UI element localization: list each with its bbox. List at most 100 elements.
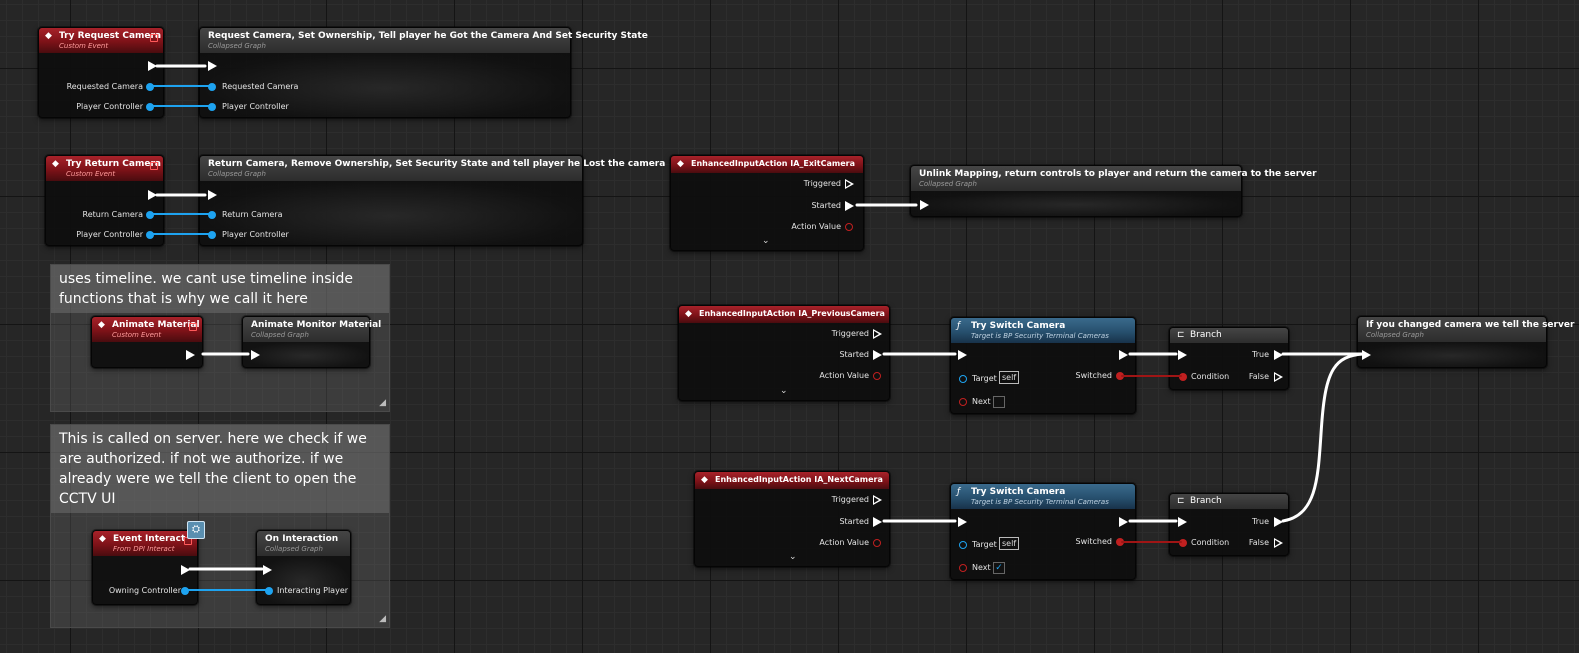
action-value-pin[interactable] (845, 223, 853, 231)
delegate-pin-icon[interactable] (150, 162, 158, 170)
started-pin[interactable] (845, 201, 854, 211)
node-subtitle: Collapsed Graph (265, 545, 323, 553)
exec-in-pin[interactable] (1362, 350, 1371, 360)
player-controller-pin[interactable] (146, 231, 154, 239)
exec-out-pin[interactable] (148, 190, 157, 200)
node-ia-previous-camera[interactable]: ◆ EnhancedInputAction IA_PreviousCamera … (678, 305, 890, 401)
switched-pin[interactable] (1116, 538, 1124, 546)
player-controller-pin[interactable] (208, 103, 216, 111)
started-pin[interactable] (873, 517, 882, 527)
delegate-pin-icon[interactable] (150, 34, 158, 42)
requested-camera-pin[interactable] (208, 83, 216, 91)
node-animate-material[interactable]: ◆ Animate Material Custom Event (91, 316, 203, 368)
condition-pin[interactable] (1179, 539, 1187, 547)
next-checkbox[interactable] (993, 396, 1005, 408)
function-icon: ƒ (957, 321, 961, 331)
player-controller-pin[interactable] (146, 103, 154, 111)
action-value-pin[interactable] (873, 539, 881, 547)
node-event-interact[interactable]: ◆ Event Interact From DPI Interact Ownin… (92, 530, 198, 605)
exec-out-pin[interactable] (181, 565, 190, 575)
node-changed-camera-graph[interactable]: If you changed camera we tell the server… (1357, 316, 1574, 368)
target-self-field[interactable]: self (999, 371, 1020, 384)
exec-out-pin[interactable] (1119, 517, 1128, 527)
node-try-return-camera[interactable]: ◆ Try Return Camera Custom Event Return … (45, 155, 164, 246)
pin-label: Switched (1075, 537, 1112, 546)
node-animate-monitor-graph[interactable]: Animate Monitor Material Collapsed Graph (242, 316, 381, 368)
interacting-player-pin[interactable] (265, 587, 273, 595)
requested-camera-pin[interactable] (146, 83, 154, 91)
exec-in-pin[interactable] (958, 517, 967, 527)
comment-server-text: This is called on server. here we check … (51, 425, 389, 513)
graph-preview (257, 556, 350, 604)
node-subtitle: Custom Event (59, 42, 109, 50)
node-unlink-graph[interactable]: Unlink Mapping, return controls to playe… (910, 165, 1317, 217)
false-pin[interactable] (1274, 538, 1283, 548)
true-pin[interactable] (1274, 350, 1283, 360)
node-try-switch-camera-prev[interactable]: ƒ Try Switch Camera Target is BP Securit… (950, 317, 1136, 414)
node-header: On Interaction Collapsed Graph (257, 531, 350, 556)
exec-in-pin[interactable] (208, 61, 217, 71)
target-self-field[interactable]: self (999, 537, 1020, 550)
switched-pin[interactable] (1116, 372, 1124, 380)
node-ia-exit-camera[interactable]: ◆ EnhancedInputAction IA_ExitCamera Trig… (670, 155, 864, 251)
next-pin[interactable] (959, 564, 967, 572)
node-title: Try Switch Camera (971, 321, 1066, 331)
pin-label: False (1248, 538, 1269, 547)
node-request-camera-graph[interactable]: Request Camera, Set Ownership, Tell play… (199, 27, 648, 118)
node-subtitle: Collapsed Graph (1366, 331, 1424, 339)
target-pin[interactable] (959, 375, 967, 383)
triggered-pin[interactable] (873, 495, 882, 505)
return-camera-pin[interactable] (146, 211, 154, 219)
chevron-down-icon[interactable]: ⌄ (789, 552, 797, 562)
started-pin[interactable] (873, 350, 882, 360)
diamond-event-icon: ◆ (52, 159, 59, 169)
exec-in-pin[interactable] (208, 190, 217, 200)
exec-in-pin[interactable] (958, 350, 967, 360)
owning-controller-pin[interactable] (181, 587, 189, 595)
next-checkbox-checked[interactable]: ✓ (993, 562, 1005, 574)
diamond-event-icon: ◆ (677, 159, 684, 169)
player-controller-pin[interactable] (208, 231, 216, 239)
node-on-interaction-graph[interactable]: On Interaction Collapsed Graph Interacti… (256, 530, 351, 605)
exec-in-pin[interactable] (1178, 517, 1187, 527)
node-return-camera-graph[interactable]: Return Camera, Remove Ownership, Set Sec… (199, 155, 665, 246)
resize-grip-icon[interactable]: ◢ (379, 398, 386, 408)
exec-out-pin[interactable] (186, 350, 195, 360)
node-header: ◆ Event Interact From DPI Interact (93, 531, 197, 556)
exec-out-pin[interactable] (148, 61, 157, 71)
action-value-pin[interactable] (873, 372, 881, 380)
return-camera-pin[interactable] (208, 211, 216, 219)
chevron-down-icon[interactable]: ⌄ (762, 236, 770, 246)
exec-in-pin[interactable] (920, 200, 929, 210)
pin-label: Owning Controller (108, 586, 181, 595)
target-pin[interactable] (959, 541, 967, 549)
node-title: Try Request Camera (59, 31, 162, 41)
condition-pin[interactable] (1179, 373, 1187, 381)
exec-in-pin[interactable] (1178, 350, 1187, 360)
pin-label: Condition (1191, 372, 1230, 381)
diamond-event-icon: ◆ (685, 309, 692, 319)
node-header: Animate Monitor Material Collapsed Graph (243, 317, 381, 342)
exec-out-pin[interactable] (1119, 350, 1128, 360)
node-branch-1[interactable]: ⊏ Branch True Condition False (1169, 327, 1289, 390)
next-pin[interactable] (959, 398, 967, 406)
node-try-switch-camera-next[interactable]: ƒ Try Switch Camera Target is BP Securit… (950, 483, 1136, 580)
true-pin[interactable] (1274, 517, 1283, 527)
delegate-pin-icon[interactable] (189, 323, 197, 331)
false-pin[interactable] (1274, 372, 1283, 382)
exec-in-pin[interactable] (251, 350, 260, 360)
pin-label: Action Value (819, 371, 869, 380)
chevron-down-icon[interactable]: ⌄ (780, 386, 788, 396)
triggered-pin[interactable] (845, 179, 854, 189)
node-header: If you changed camera we tell the server… (1358, 317, 1574, 342)
pin-label: Triggered (831, 495, 869, 504)
pin-label: Started (811, 201, 841, 210)
exec-in-pin[interactable] (263, 565, 272, 575)
diamond-event-icon: ◆ (98, 320, 105, 330)
node-header: Request Camera, Set Ownership, Tell play… (200, 28, 648, 53)
node-ia-next-camera[interactable]: ◆ EnhancedInputAction IA_NextCamera Trig… (694, 471, 890, 567)
triggered-pin[interactable] (873, 329, 882, 339)
node-try-request-camera[interactable]: ◆ Try Request Camera Custom Event Reques… (38, 27, 164, 118)
node-branch-2[interactable]: ⊏ Branch True Condition False (1169, 493, 1289, 556)
resize-grip-icon[interactable]: ◢ (379, 614, 386, 624)
